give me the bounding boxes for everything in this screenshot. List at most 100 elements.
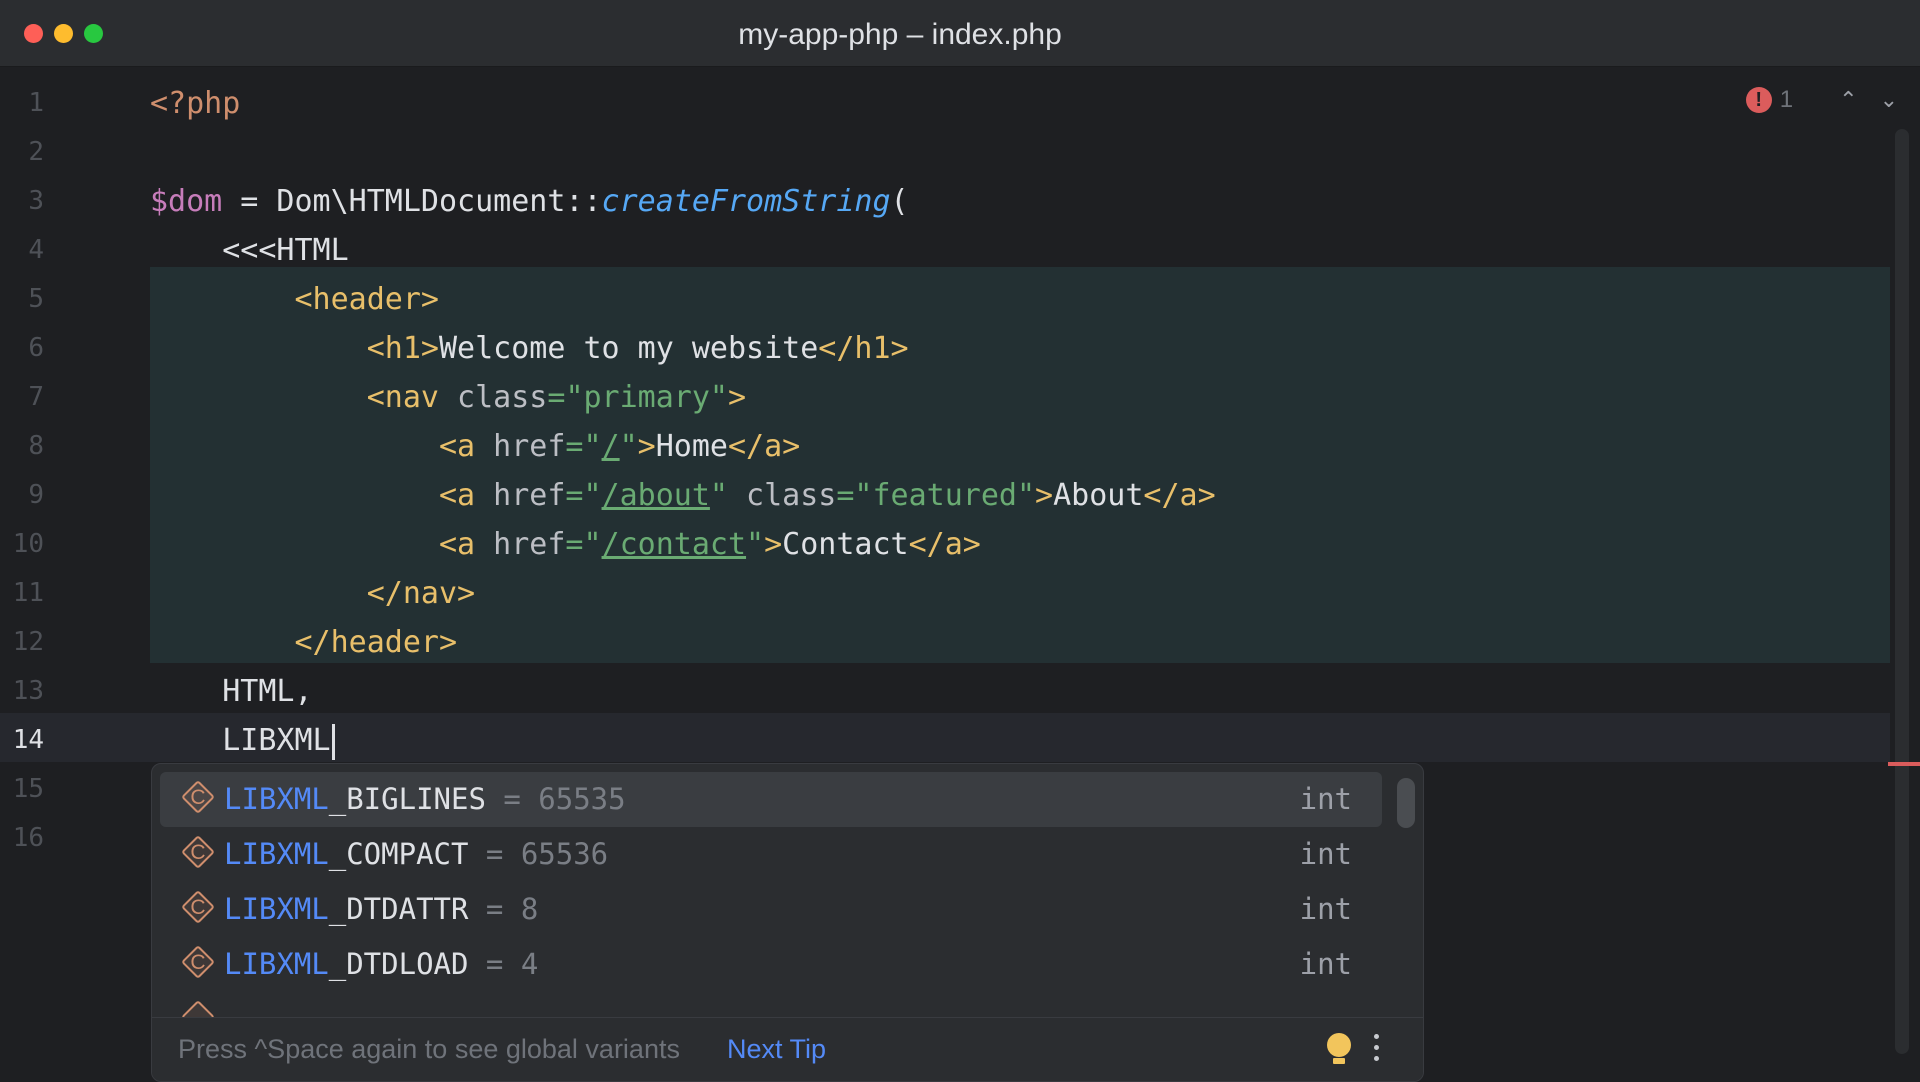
- html-tag: <a: [438, 429, 476, 464]
- code-line: 11 </nav>: [0, 569, 1890, 618]
- item-name-rest: _DTDLOAD: [328, 947, 469, 981]
- code-line: 13 HTML,: [0, 667, 1890, 716]
- code-line-current: 14 LIBXML: [0, 716, 1890, 765]
- item-equals: =: [468, 947, 521, 981]
- completion-scrollbar[interactable]: [1397, 778, 1415, 828]
- constant-icon-letter: C: [190, 951, 206, 974]
- line-number: 9: [28, 480, 44, 510]
- html-text: Home: [655, 429, 728, 464]
- window-title: my-app-php – index.php: [738, 18, 1062, 51]
- code-line: 2: [0, 128, 1890, 177]
- equals: =: [565, 478, 584, 513]
- html-attr: class: [439, 380, 548, 415]
- line-number: 10: [12, 529, 44, 559]
- constant-icon-letter: C: [190, 786, 206, 809]
- html-tag: </header>: [294, 625, 458, 660]
- quote: ": [746, 527, 765, 562]
- item-equals: =: [485, 782, 539, 816]
- completion-item[interactable]: C LIBXML_DTDATTR = 8 int: [160, 882, 1382, 937]
- quote: ": [583, 429, 602, 464]
- quote: ": [619, 429, 638, 464]
- code-line: 12 </header>: [0, 618, 1890, 667]
- attr-value: "featured": [854, 478, 1036, 513]
- line-number: 5: [28, 284, 44, 314]
- item-value: 65536: [520, 837, 609, 871]
- code-line: 1 <?php: [0, 79, 1890, 128]
- item-value: 4: [520, 947, 539, 981]
- line-number: 13: [12, 676, 44, 706]
- html-text: About: [1053, 478, 1144, 513]
- lightbulb-icon[interactable]: [1327, 1033, 1351, 1067]
- more-options-icon[interactable]: [1374, 1034, 1380, 1066]
- text-caret: [331, 723, 335, 760]
- item-type: int: [1299, 837, 1352, 871]
- html-tag: </a>: [1143, 478, 1216, 513]
- equals: =: [565, 429, 584, 464]
- line-number: 12: [12, 627, 44, 657]
- line-number: 4: [28, 235, 44, 265]
- html-tag: >: [637, 429, 656, 464]
- code-line: 6 <h1>Welcome to my website</h1>: [0, 324, 1890, 373]
- html-tag: >: [728, 380, 747, 415]
- typed-text: LIBXML: [150, 723, 331, 758]
- title-bar: my-app-php – index.php: [0, 0, 1920, 67]
- constant-icon: [181, 1000, 215, 1017]
- item-equals: =: [468, 892, 521, 926]
- variable-dom: $dom: [150, 184, 223, 219]
- html-attr: href: [475, 478, 566, 513]
- item-type: int: [1299, 947, 1352, 981]
- href-link[interactable]: /contact: [602, 527, 747, 562]
- php-open-tag: <?php: [150, 86, 241, 121]
- html-text: Welcome to my website: [439, 331, 819, 366]
- html-attr: href: [475, 429, 566, 464]
- editor-scrollbar[interactable]: [1895, 129, 1909, 1054]
- match-prefix: LIBXML: [224, 892, 329, 926]
- item-value: 65535: [538, 782, 626, 816]
- html-text: Contact: [782, 527, 909, 562]
- completion-item[interactable]: C LIBXML_DTDLOAD = 4 int: [160, 937, 1382, 992]
- attr-value: "primary": [565, 380, 728, 415]
- quote: ": [583, 478, 602, 513]
- line-number: 16: [12, 823, 44, 853]
- item-type: int: [1299, 782, 1352, 816]
- item-type: int: [1299, 892, 1352, 926]
- match-prefix: LIBXML: [224, 782, 329, 816]
- completion-item-selected[interactable]: C LIBXML_BIGLINES = 65535 int: [160, 772, 1382, 827]
- error-stripe-marker[interactable]: [1888, 762, 1920, 766]
- completion-list[interactable]: C LIBXML_BIGLINES = 65535 int C LIBXML_C…: [152, 764, 1423, 1017]
- equals: =: [547, 380, 566, 415]
- completion-item[interactable]: C LIBXML_COMPACT = 65536 int: [160, 827, 1382, 882]
- item-name-rest: _DTDATTR: [328, 892, 469, 926]
- html-tag: </h1>: [818, 331, 909, 366]
- quote: ": [709, 478, 728, 513]
- constant-icon-letter: C: [190, 896, 206, 919]
- html-tag: <header>: [294, 282, 440, 317]
- heredoc-start: <<<HTML: [150, 233, 349, 268]
- equals: =: [565, 527, 584, 562]
- item-name-rest: _COMPACT: [328, 837, 469, 871]
- item-equals: =: [468, 837, 521, 871]
- next-tip-link[interactable]: Next Tip: [727, 1018, 826, 1080]
- code-token: = Dom\HTMLDocument::: [222, 184, 602, 219]
- code-line: 3 $dom = Dom\HTMLDocument::createFromStr…: [0, 177, 1890, 226]
- completion-tip: Press ^Space again to see global variant…: [178, 1034, 680, 1064]
- code-line: 8 <a href="/">Home</a>: [0, 422, 1890, 471]
- method-name: createFromString: [601, 184, 891, 219]
- href-link[interactable]: /: [602, 429, 620, 464]
- line-number: 1: [28, 88, 44, 118]
- completion-item-partial[interactable]: [160, 992, 1382, 1017]
- code-line: 10 <a href="/contact">Contact</a>: [0, 520, 1890, 569]
- item-value: 8: [520, 892, 539, 926]
- href-link[interactable]: /about: [602, 478, 710, 513]
- item-name-rest: _BIGLINES: [328, 782, 486, 816]
- completion-popup[interactable]: C LIBXML_BIGLINES = 65535 int C LIBXML_C…: [151, 763, 1424, 1082]
- line-number: 2: [28, 137, 44, 167]
- html-tag: >: [764, 527, 783, 562]
- match-prefix: LIBXML: [224, 837, 329, 871]
